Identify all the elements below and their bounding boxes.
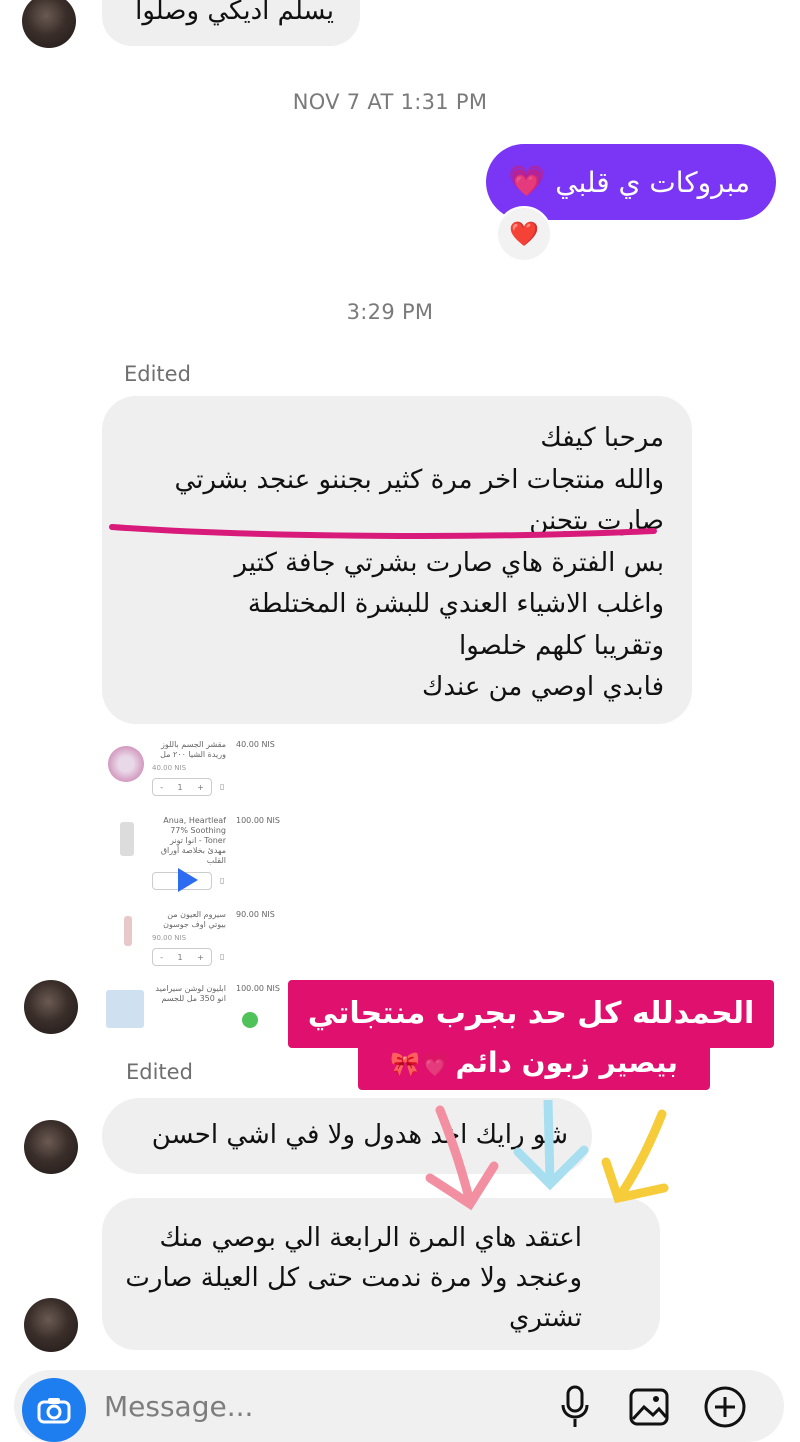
message-input[interactable]: Message... <box>104 1390 253 1423</box>
message-text: مبروكات ي قلبي <box>555 166 750 199</box>
product-name: Anua, Heartleaf 77% Soothing Toner - انو… <box>160 816 226 865</box>
message-bubble-incoming[interactable]: مرحبا كيفك والله منتجات اخر مرة كثير بجن… <box>102 396 692 724</box>
plus-circle-icon <box>704 1386 746 1428</box>
edited-label: Edited <box>126 1060 193 1084</box>
product-item[interactable]: سيروم العيون من بيوتي اوف جوسون 90.00 NI… <box>104 908 284 988</box>
quantity-value: 1 <box>177 952 183 962</box>
product-thumbnail <box>120 822 134 856</box>
arrow-annotations <box>425 1100 669 1211</box>
product-thumbnail <box>108 746 144 782</box>
play-icon[interactable] <box>178 868 198 892</box>
product-price: 90.00 NIS <box>236 910 275 919</box>
product-price: 100.00 NIS <box>236 984 280 993</box>
product-name: مقشر الجسم باللوز وريدة الشيا ٢٠٠ مل <box>160 740 226 759</box>
message-line: مرحبا كيفك <box>540 423 664 453</box>
heart-bow-icon: 💗🎀 <box>390 1050 450 1078</box>
product-item[interactable]: ابليون لوشن سيراميد انو 350 مل للجسم 100… <box>104 982 284 1062</box>
quantity-stepper[interactable]: - 1 + <box>152 778 212 796</box>
camera-button[interactable] <box>22 1378 86 1442</box>
message-text: مرحبا كيفك والله منتجات اخر مرة كثير بجن… <box>104 418 664 709</box>
product-price: 40.00 NIS <box>236 740 275 749</box>
sticker-text: بيصير زبون دائم <box>455 1046 678 1079</box>
pink-arrow-icon <box>425 1105 499 1211</box>
product-name: ابليون لوشن سيراميد انو 350 مل للجسم <box>155 984 226 1003</box>
message-line: وعنجد ولا مرة ندمت حتى كل العيلة صارت <box>125 1263 582 1293</box>
product-subprice: 40.00 NIS <box>152 764 187 772</box>
sticker-caption-line2: بيصير زبون دائم 💗🎀 <box>358 1038 710 1090</box>
product-name: سيروم العيون من بيوتي اوف جوسون <box>163 910 226 929</box>
message-line: وتقريبا كلهم خلصوا <box>459 630 664 661</box>
avatar[interactable] <box>24 1298 78 1352</box>
trash-icon[interactable]: ▯ <box>220 952 224 961</box>
edited-label: Edited <box>124 362 191 386</box>
avatar[interactable] <box>22 0 76 48</box>
reaction-badge[interactable]: ❤️ <box>496 206 552 262</box>
gallery-button[interactable] <box>624 1382 674 1432</box>
timestamp: NOV 7 AT 1:31 PM <box>292 90 488 114</box>
product-price: 100.00 NIS <box>236 816 280 825</box>
message-line: والله منتجات اخر مرة كثير بجننو عنجد بشر… <box>174 464 664 495</box>
red-heart-icon: ❤️ <box>509 220 539 248</box>
product-list-attachment[interactable]: مقشر الجسم باللوز وريدة الشيا ٢٠٠ مل 40.… <box>104 738 284 1038</box>
quantity-stepper[interactable]: - 1 + <box>152 948 212 966</box>
plus-button[interactable]: + <box>197 783 204 792</box>
add-button[interactable] <box>700 1382 750 1432</box>
product-subprice: 90.00 NIS <box>152 934 187 942</box>
yellow-arrow-icon <box>601 1109 669 1204</box>
pink-heart-icon: 💗 <box>508 164 546 199</box>
microphone-icon <box>561 1385 589 1427</box>
image-icon <box>629 1388 669 1426</box>
avatar[interactable] <box>24 980 78 1034</box>
checkmark-icon <box>242 1012 258 1028</box>
product-thumbnail <box>106 990 144 1028</box>
message-text: يسلم اديكي وصلوا <box>135 0 334 26</box>
minus-button[interactable]: - <box>160 953 163 962</box>
camera-icon <box>37 1398 71 1424</box>
message-line: واغلب الاشياء العندي للبشرة المختلطة <box>247 589 664 619</box>
message-bubble-incoming[interactable]: يسلم اديكي وصلوا <box>102 0 360 46</box>
minus-button[interactable]: - <box>160 783 163 792</box>
blue-arrow-icon <box>513 1100 589 1191</box>
product-item[interactable]: Anua, Heartleaf 77% Soothing Toner - انو… <box>104 814 284 894</box>
product-thumbnail <box>124 916 132 946</box>
trash-icon[interactable]: ▯ <box>220 876 224 885</box>
message-line: فابدي اوصي من عندك <box>421 672 664 702</box>
quantity-value: 1 <box>177 782 183 792</box>
microphone-button[interactable] <box>550 1382 600 1432</box>
timestamp: 3:29 PM <box>346 300 434 324</box>
message-line: تشتري <box>509 1303 582 1333</box>
trash-icon[interactable]: ▯ <box>220 782 224 791</box>
underline-annotation <box>109 524 657 539</box>
product-item[interactable]: مقشر الجسم باللوز وريدة الشيا ٢٠٠ مل 40.… <box>104 738 284 818</box>
plus-button[interactable]: + <box>197 953 204 962</box>
